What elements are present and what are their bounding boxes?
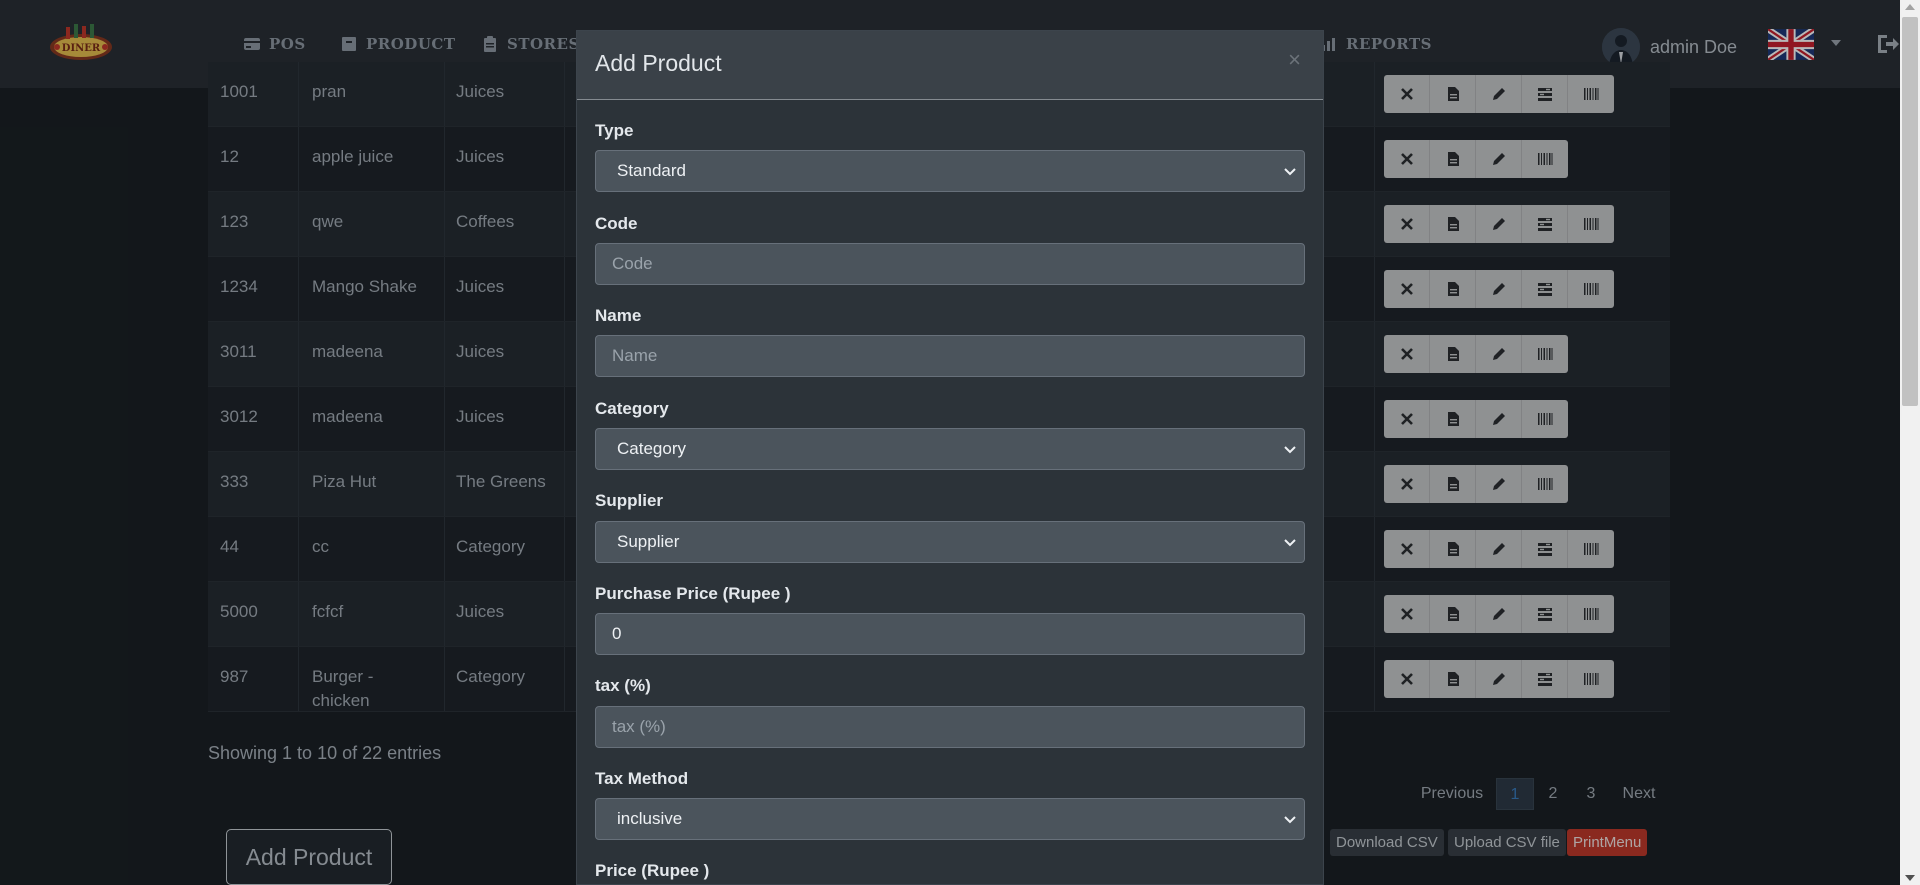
- chevron-down-icon: [1284, 816, 1296, 824]
- tax-label: tax (%): [595, 676, 651, 695]
- tax-input[interactable]: [595, 706, 1305, 748]
- tax-method-label: Tax Method: [595, 769, 689, 788]
- category-label: Category: [595, 399, 669, 418]
- price-label: Price (Rupee ): [595, 861, 710, 880]
- scroll-up-arrow-icon[interactable]: [1905, 4, 1915, 10]
- category-select[interactable]: Category: [595, 428, 1305, 470]
- name-input[interactable]: [595, 335, 1305, 377]
- code-label: Code: [595, 214, 638, 233]
- scroll-down-arrow-icon[interactable]: [1905, 875, 1915, 881]
- code-input[interactable]: [595, 243, 1305, 285]
- chevron-down-icon: [1284, 446, 1296, 454]
- purchase-price-label: Purchase Price (Rupee ): [595, 584, 791, 603]
- page-scrollbar[interactable]: [1900, 0, 1920, 885]
- type-select-value: Standard: [617, 161, 686, 180]
- supplier-select[interactable]: Supplier: [595, 521, 1305, 563]
- close-icon[interactable]: ×: [1288, 47, 1301, 73]
- name-label: Name: [595, 306, 642, 325]
- category-select-value: Category: [617, 439, 686, 458]
- type-label: Type: [595, 121, 634, 140]
- supplier-select-value: Supplier: [617, 532, 680, 551]
- supplier-label: Supplier: [595, 491, 664, 510]
- type-select[interactable]: Standard: [595, 150, 1305, 192]
- chevron-down-icon: [1284, 168, 1296, 176]
- modal-header: Add Product ×: [577, 31, 1323, 100]
- chevron-down-icon: [1284, 539, 1296, 547]
- add-product-modal: Add Product × Type Standard Code Name Ca…: [576, 30, 1324, 885]
- purchase-price-input[interactable]: [595, 613, 1305, 655]
- tax-method-select[interactable]: inclusive: [595, 798, 1305, 840]
- tax-method-select-value: inclusive: [617, 809, 683, 828]
- modal-title: Add Product: [595, 50, 722, 76]
- scroll-thumb[interactable]: [1902, 17, 1918, 406]
